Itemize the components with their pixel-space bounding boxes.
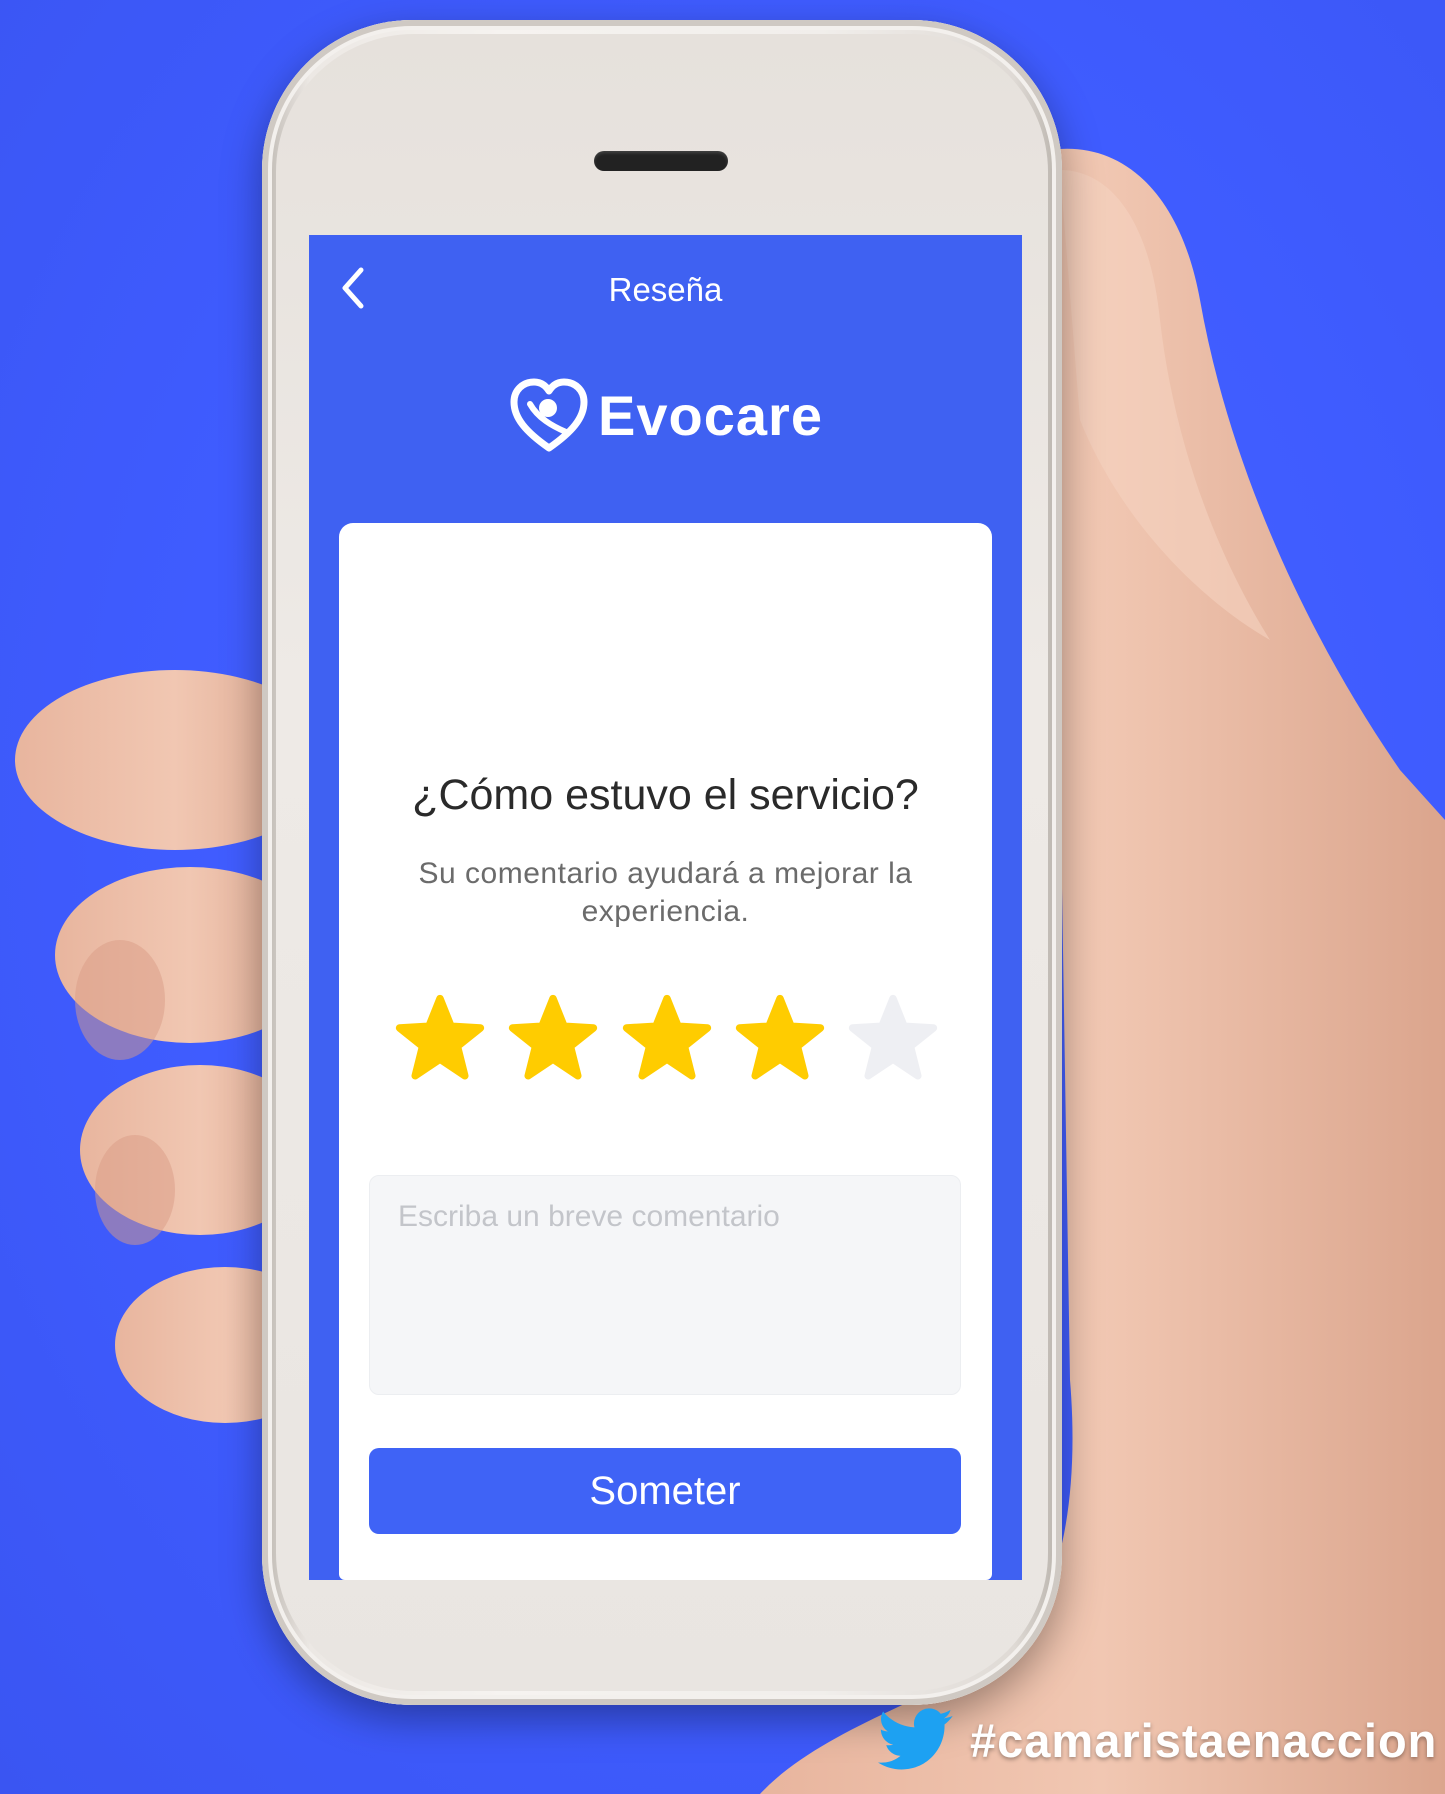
star-icon [509,994,598,1080]
review-card: ¿Cómo estuvo el servicio? Su comentario … [339,523,992,1580]
submit-button[interactable]: Someter [369,1448,961,1534]
comment-input[interactable] [369,1175,961,1395]
logo-text: Evocare [598,383,823,447]
star-1[interactable] [394,993,486,1085]
app-screen: Reseña Evocare ¿Cómo estuvo el servicio?… [309,235,1022,1580]
star-3[interactable] [621,993,713,1085]
star-icon [735,994,824,1080]
evocare-logo: Evocare [309,370,1022,460]
hashtag-text: #camaristaenaccion [970,1713,1438,1767]
star-icon [395,994,485,1080]
heart-logo-icon [510,378,588,452]
page-title: Reseña [608,271,723,308]
star-rating [394,993,939,1085]
star-4[interactable] [734,993,826,1085]
star-2[interactable] [507,993,599,1085]
watermark: #camaristaenaccion [878,1700,1437,1780]
star-5[interactable] [847,993,939,1085]
star-icon [622,994,711,1080]
review-question: ¿Cómo estuvo el servicio? [412,771,919,819]
star-icon [848,994,938,1080]
review-subtitle: Su comentario ayudará a mejorar la exper… [418,857,913,928]
twitter-bird-icon [878,1708,953,1770]
phone-speaker [594,151,728,171]
